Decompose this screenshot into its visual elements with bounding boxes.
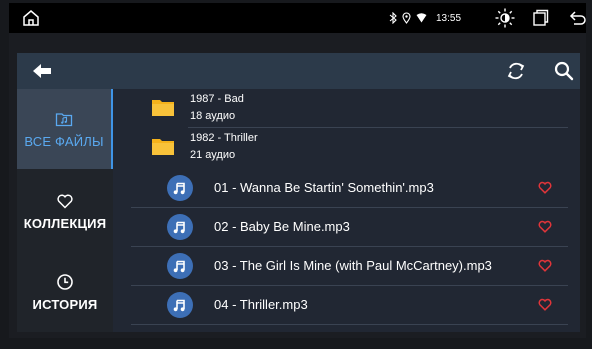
- back-icon[interactable]: [569, 9, 587, 27]
- toolbar: [17, 53, 580, 89]
- favorite-heart-icon[interactable]: [538, 181, 552, 194]
- sidebar-item-all-files[interactable]: ВСЕ ФАЙЛЫ: [17, 89, 113, 169]
- status-icons: 13:55: [389, 10, 461, 26]
- folder-icon: [152, 139, 174, 155]
- song-title: 02 - Baby Be Mine.mp3: [214, 219, 350, 234]
- location-icon: [402, 12, 411, 24]
- folder-icon: [152, 100, 174, 116]
- song-title: 01 - Wanna Be Startin' Somethin'.mp3: [214, 180, 434, 195]
- status-time: 13:55: [436, 12, 462, 24]
- music-note-icon: [167, 253, 193, 279]
- music-note-icon: [167, 214, 193, 240]
- search-icon[interactable]: [553, 60, 575, 82]
- music-folder-icon: [55, 112, 73, 126]
- bluetooth-icon: [389, 12, 397, 24]
- divider: [131, 324, 568, 325]
- back-arrow-icon[interactable]: [31, 62, 53, 80]
- favorite-heart-icon[interactable]: [538, 259, 552, 272]
- sidebar-item-collection[interactable]: КОЛЛЕКЦИЯ: [17, 171, 113, 251]
- sidebar-item-label: ВСЕ ФАЙЛЫ: [24, 133, 104, 149]
- sidebar: ВСЕ ФАЙЛЫ КОЛЛЕКЦИЯ ИСТОРИЯ: [17, 89, 113, 332]
- folder-count: 21 аудио: [190, 149, 236, 161]
- song-row[interactable]: 01 - Wanna Be Startin' Somethin'.mp3: [113, 169, 580, 206]
- favorite-heart-icon[interactable]: [538, 220, 552, 233]
- song-title: 03 - The Girl Is Mine (with Paul McCartn…: [214, 258, 492, 273]
- sidebar-item-label: ИСТОРИЯ: [32, 296, 98, 312]
- song-row[interactable]: 03 - The Girl Is Mine (with Paul McCartn…: [113, 247, 580, 284]
- brightness-icon[interactable]: [495, 8, 515, 28]
- sidebar-item-label: КОЛЛЕКЦИЯ: [23, 215, 107, 231]
- music-app: ВСЕ ФАЙЛЫ КОЛЛЕКЦИЯ ИСТОРИЯ 1987 - Bad 1…: [9, 33, 586, 338]
- folder-name: 1982 - Thriller: [190, 132, 258, 144]
- home-icon[interactable]: [21, 8, 41, 28]
- folder-name: 1987 - Bad: [190, 93, 244, 105]
- screen: 13:55 ВСЕ ФАЙЛЫ КОЛЛЕКЦИЯ ИСТОРИЯ 1987 -…: [0, 0, 592, 349]
- music-note-icon: [167, 175, 193, 201]
- folder-row[interactable]: 1987 - Bad 18 аудио: [113, 89, 580, 129]
- music-note-icon: [167, 292, 193, 318]
- song-title: 04 - Thriller.mp3: [214, 297, 308, 312]
- clock-icon: [57, 273, 73, 290]
- folder-count: 18 аудио: [190, 110, 236, 122]
- folder-row[interactable]: 1982 - Thriller 21 аудио: [113, 128, 580, 168]
- recent-apps-icon[interactable]: [531, 9, 549, 27]
- refresh-icon[interactable]: [505, 60, 527, 82]
- song-row[interactable]: 02 - Baby Be Mine.mp3: [113, 208, 580, 245]
- song-row[interactable]: 04 - Thriller.mp3: [113, 286, 580, 323]
- heart-outline-icon: [57, 194, 73, 209]
- wifi-icon: [416, 13, 427, 23]
- sidebar-item-history[interactable]: ИСТОРИЯ: [17, 252, 113, 332]
- status-bar: 13:55: [9, 3, 586, 33]
- file-list: 1987 - Bad 18 аудио 1982 - Thriller 21 а…: [113, 89, 580, 332]
- favorite-heart-icon[interactable]: [538, 298, 552, 311]
